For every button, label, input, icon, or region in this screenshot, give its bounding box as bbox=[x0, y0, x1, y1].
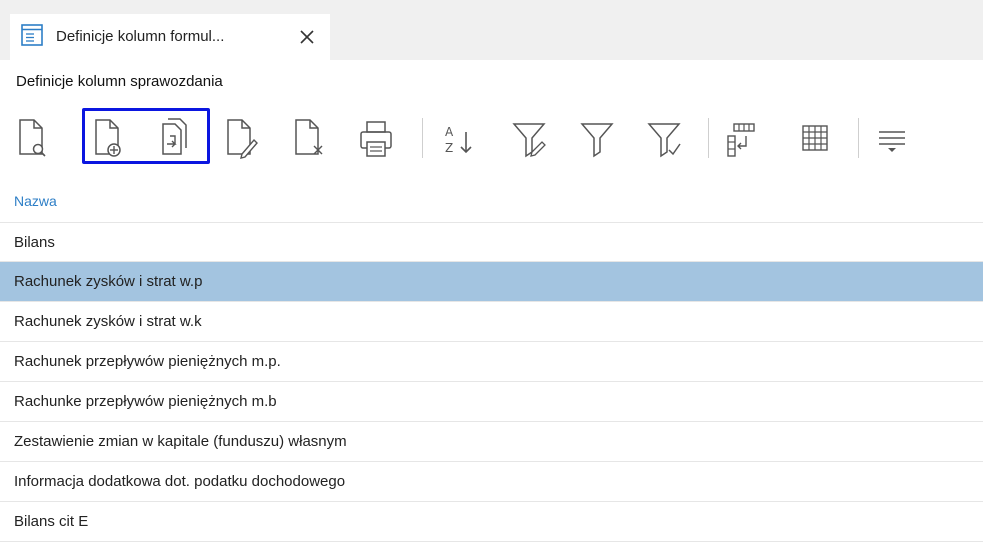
list-item-label: Informacja dodatkowa dot. podatku dochod… bbox=[14, 473, 346, 490]
list-item[interactable]: Informacja dodatkowa dot. podatku dochod… bbox=[0, 462, 983, 502]
tab-bar: Definicje kolumn formul... bbox=[0, 0, 983, 60]
list-item-label: Bilans cit E bbox=[14, 513, 89, 530]
highlight-box bbox=[82, 108, 210, 164]
filter-check-button[interactable] bbox=[645, 114, 685, 162]
list-item-label: Rachunek zysków i strat w.k bbox=[14, 313, 202, 330]
list-item-label: Bilans bbox=[14, 234, 55, 251]
edit-button[interactable] bbox=[222, 114, 262, 162]
filter-edit-icon bbox=[512, 123, 546, 158]
grid-button[interactable] bbox=[795, 114, 835, 162]
list-item[interactable]: Rachunek zysków i strat w.p bbox=[0, 262, 983, 302]
filter-edit-button[interactable] bbox=[510, 114, 550, 162]
document-edit-icon bbox=[227, 119, 258, 159]
grid-icon bbox=[802, 125, 828, 151]
filter-check-icon bbox=[647, 123, 681, 158]
collapse-lines-icon bbox=[879, 131, 905, 152]
print-button[interactable] bbox=[356, 114, 396, 162]
list-item[interactable]: Zestawienie zmian w kapitale (funduszu) … bbox=[0, 422, 983, 462]
close-icon[interactable] bbox=[296, 26, 318, 48]
page-title: Definicje kolumn sprawozdania bbox=[16, 73, 223, 90]
more-button[interactable] bbox=[872, 114, 912, 162]
list-item[interactable]: Rachunke przepływów pieniężnych m.b bbox=[0, 382, 983, 422]
filter-icon bbox=[580, 123, 614, 158]
column-header-nazwa[interactable]: Nazwa bbox=[14, 193, 57, 209]
document-search-icon bbox=[19, 119, 46, 157]
list-item-label: Rachunek zysków i strat w.p bbox=[14, 273, 203, 290]
list-item[interactable]: Rachunek przepływów pieniężnych m.p. bbox=[0, 342, 983, 382]
columns-button[interactable] bbox=[722, 114, 762, 162]
list-item[interactable]: Rachunek zysków i strat w.k bbox=[0, 302, 983, 342]
sort-button[interactable]: A Z bbox=[440, 114, 480, 162]
list-item-label: Rachunke przepływów pieniężnych m.b bbox=[14, 393, 277, 410]
svg-text:Z: Z bbox=[445, 141, 453, 155]
preview-button[interactable] bbox=[14, 114, 54, 162]
toolbar-separator bbox=[422, 118, 423, 158]
sort-az-icon: A Z bbox=[445, 125, 472, 155]
toolbar-separator bbox=[708, 118, 709, 158]
toolbar-separator bbox=[858, 118, 859, 158]
filter-button[interactable] bbox=[578, 114, 618, 162]
delete-button[interactable] bbox=[290, 114, 330, 162]
column-layout-icon bbox=[727, 123, 755, 157]
document-delete-icon bbox=[295, 119, 323, 155]
tab-title: Definicje kolumn formul... bbox=[56, 28, 225, 45]
list-item[interactable]: Bilans bbox=[0, 222, 983, 262]
svg-text:A: A bbox=[445, 125, 454, 139]
tab-definicje-kolumn[interactable]: Definicje kolumn formul... bbox=[10, 14, 330, 60]
printer-icon bbox=[360, 121, 392, 157]
list: Bilans Rachunek zysków i strat w.p Rachune… bbox=[0, 222, 983, 542]
list-item-label: Rachunek przepływów pieniężnych m.p. bbox=[14, 353, 281, 370]
list-window-icon bbox=[20, 23, 44, 47]
list-item[interactable]: Bilans cit E bbox=[0, 502, 983, 542]
list-item-label: Zestawienie zmian w kapitale (funduszu) … bbox=[14, 433, 347, 450]
